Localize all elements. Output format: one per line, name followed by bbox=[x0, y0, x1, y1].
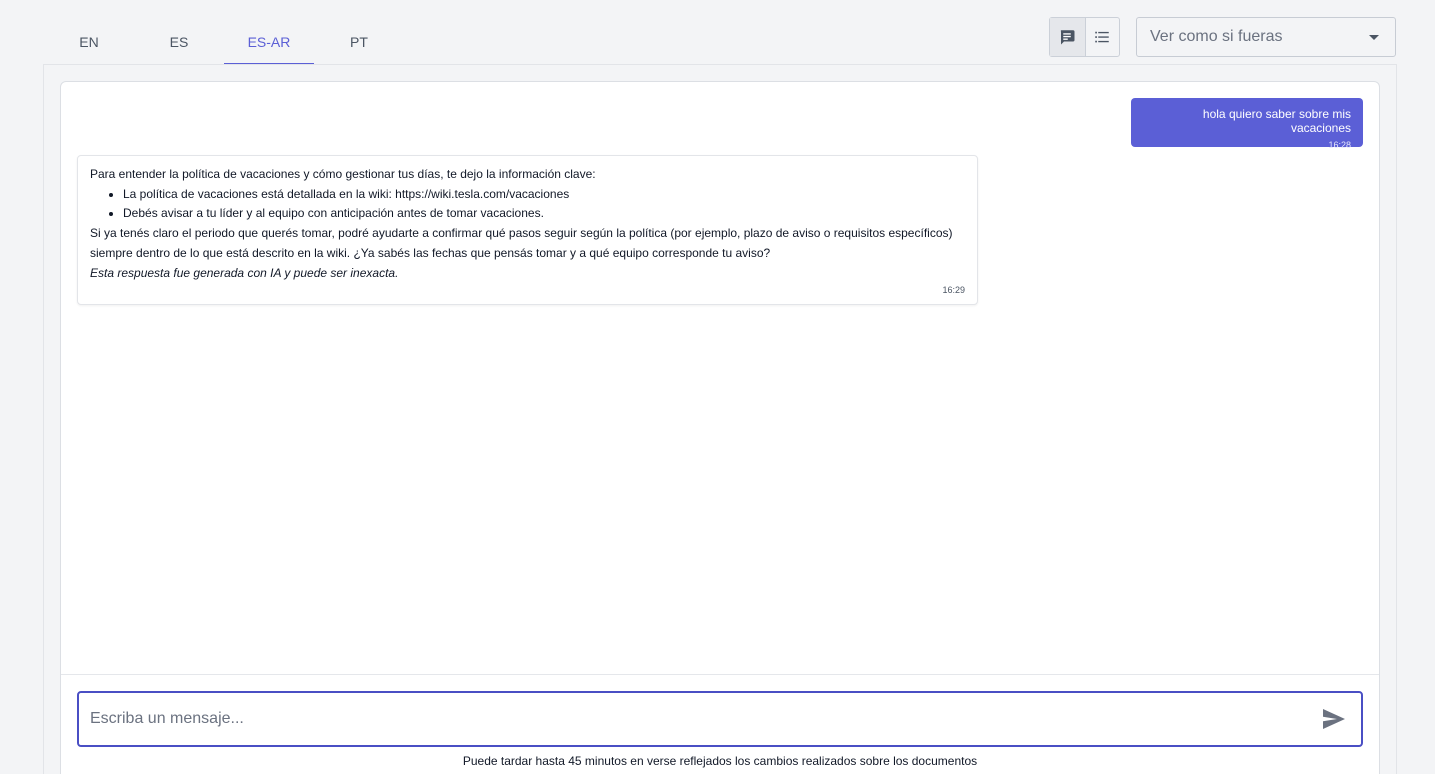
bot-message-bullet: Debés avisar a tu líder y al equipo con … bbox=[123, 204, 965, 224]
ai-disclaimer: Esta respuesta fue generada con IA y pue… bbox=[90, 265, 399, 280]
sync-notice: Puede tardar hasta 45 minutos en verse r… bbox=[462, 754, 978, 768]
bot-message-line: Si ya tenés claro el periodo que querés … bbox=[90, 226, 953, 241]
divider bbox=[61, 674, 1379, 675]
user-message-time: 16:28 bbox=[1328, 140, 1351, 150]
bot-message-line: siempre dentro de lo que está descrito e… bbox=[90, 245, 771, 260]
chat-bubble-icon bbox=[1061, 30, 1075, 45]
view-as-placeholder: Ver como si fueras bbox=[1150, 28, 1283, 45]
message-input[interactable] bbox=[79, 693, 1307, 745]
list-icon bbox=[1095, 31, 1109, 43]
tab-pt[interactable]: PT bbox=[314, 18, 404, 65]
tab-en[interactable]: EN bbox=[44, 18, 134, 65]
language-tabs: EN ES ES-AR PT bbox=[44, 18, 404, 65]
bot-message-intro: Para entender la política de vacaciones … bbox=[90, 167, 596, 181]
user-message: hola quiero saber sobre mis vacaciones 1… bbox=[1131, 98, 1363, 150]
user-message-text: hola quiero saber sobre mis vacaciones bbox=[1202, 107, 1351, 135]
chat-panel: hola quiero saber sobre mis vacaciones 1… bbox=[60, 81, 1380, 774]
bot-message: Para entender la política de vacaciones … bbox=[77, 155, 978, 305]
view-toggle bbox=[1049, 17, 1120, 57]
bot-message-time: 16:29 bbox=[942, 285, 965, 295]
tab-es-ar[interactable]: ES-AR bbox=[224, 18, 314, 65]
message-composer bbox=[77, 691, 1363, 747]
message-list: hola quiero saber sobre mis vacaciones 1… bbox=[61, 82, 1379, 675]
caret-down-icon bbox=[1369, 35, 1379, 40]
tab-es[interactable]: ES bbox=[134, 18, 224, 65]
chat-view-button[interactable] bbox=[1050, 18, 1085, 56]
bot-message-list: La política de vacaciones está detallada… bbox=[123, 185, 965, 224]
view-as-select[interactable]: Ver como si fueras bbox=[1136, 17, 1396, 57]
bot-message-bullet: La política de vacaciones está detallada… bbox=[123, 185, 965, 205]
send-icon bbox=[1323, 709, 1345, 729]
list-view-button[interactable] bbox=[1084, 18, 1120, 56]
send-button[interactable] bbox=[1307, 693, 1361, 745]
